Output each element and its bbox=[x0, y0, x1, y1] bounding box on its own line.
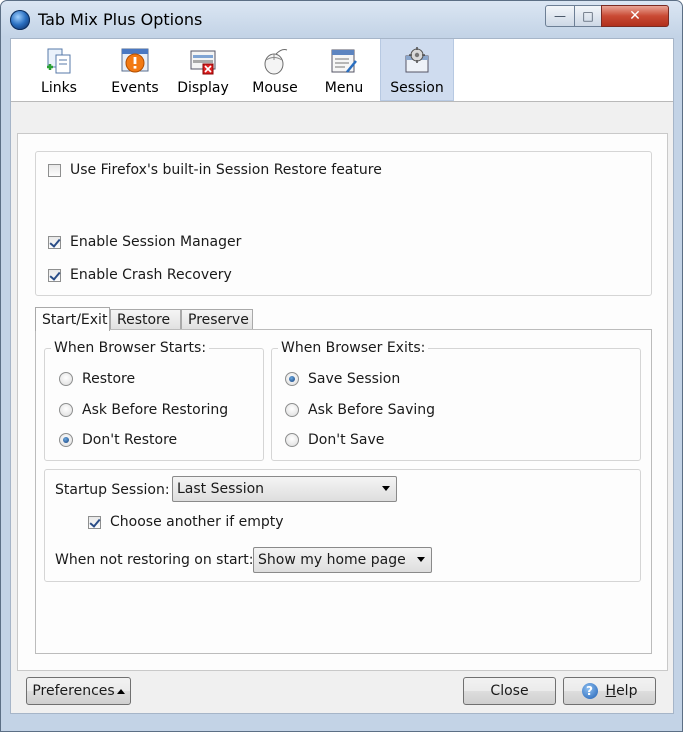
close-label: Close bbox=[490, 683, 529, 699]
enable-session-manager-checkbox[interactable] bbox=[48, 235, 61, 249]
subtab-restore[interactable]: Restore bbox=[110, 309, 181, 329]
not-restoring-label: When not restoring on start: bbox=[55, 552, 254, 568]
tab-mouse-label: Mouse bbox=[252, 80, 298, 96]
tab-mouse[interactable]: Mouse bbox=[247, 39, 303, 101]
tab-links[interactable]: Links bbox=[29, 39, 89, 101]
minimize-icon: — bbox=[554, 9, 566, 23]
exits-option-dont-save[interactable]: Don't Save bbox=[285, 432, 384, 448]
exits-option-save[interactable]: Save Session bbox=[285, 371, 400, 387]
category-toolbar: Links Events Display Mouse Menu Session bbox=[11, 39, 673, 102]
session-icon bbox=[402, 46, 432, 76]
menu-icon bbox=[329, 46, 359, 76]
display-icon bbox=[188, 46, 218, 76]
choose-another-label: Choose another if empty bbox=[110, 514, 284, 530]
links-icon bbox=[44, 46, 74, 76]
session-panel: Use Firefox's built-in Session Restore f… bbox=[17, 133, 668, 671]
dropdown-arrow-icon bbox=[417, 557, 425, 562]
choose-another-if-empty[interactable]: Choose another if empty bbox=[88, 514, 284, 530]
starts-option-restore[interactable]: Restore bbox=[59, 371, 135, 387]
use-builtin-label: Use Firefox's built-in Session Restore f… bbox=[70, 162, 382, 178]
close-icon: ✕ bbox=[629, 8, 641, 24]
start-exit-panel: When Browser Starts: Restore Ask Before … bbox=[35, 329, 652, 654]
enable-session-manager-label: Enable Session Manager bbox=[70, 234, 242, 250]
starts-restore-radio[interactable] bbox=[59, 372, 73, 386]
starts-ask-radio[interactable] bbox=[59, 403, 73, 417]
preferences-label: Preferences bbox=[32, 683, 115, 699]
maximize-icon: □ bbox=[582, 9, 594, 23]
exits-option-ask[interactable]: Ask Before Saving bbox=[285, 402, 435, 418]
exits-dont-save-label: Don't Save bbox=[308, 432, 385, 448]
tab-links-label: Links bbox=[41, 80, 77, 96]
dropdown-arrow-icon bbox=[382, 486, 390, 491]
close-window-button[interactable]: ✕ bbox=[601, 5, 669, 27]
use-builtin-session-restore[interactable]: Use Firefox's built-in Session Restore f… bbox=[48, 162, 382, 178]
exits-save-radio[interactable] bbox=[285, 372, 299, 386]
tab-session[interactable]: Session bbox=[380, 39, 454, 101]
exits-ask-label: Ask Before Saving bbox=[308, 402, 436, 418]
starts-ask-label: Ask Before Restoring bbox=[82, 402, 229, 418]
help-button[interactable]: ? Help bbox=[563, 677, 656, 705]
preferences-button[interactable]: Preferences bbox=[26, 677, 131, 705]
tab-session-label: Session bbox=[390, 80, 444, 96]
session-feature-group: Use Firefox's built-in Session Restore f… bbox=[35, 151, 652, 296]
choose-another-checkbox[interactable] bbox=[88, 515, 101, 529]
enable-crash-recovery-label: Enable Crash Recovery bbox=[70, 267, 232, 283]
startup-session-group: Startup Session: Last Session Choose ano… bbox=[44, 469, 641, 582]
browser-starts-group: When Browser Starts: Restore Ask Before … bbox=[44, 340, 264, 461]
exits-save-label: Save Session bbox=[308, 371, 401, 387]
tab-display-label: Display bbox=[177, 80, 229, 96]
caret-up-icon bbox=[116, 688, 125, 694]
browser-exits-legend: When Browser Exits: bbox=[278, 340, 429, 356]
minimize-button[interactable]: — bbox=[545, 5, 575, 27]
events-icon bbox=[120, 46, 150, 76]
subtab-preserve[interactable]: Preserve bbox=[181, 309, 253, 329]
enable-session-manager[interactable]: Enable Session Manager bbox=[48, 234, 241, 250]
help-icon: ? bbox=[581, 683, 598, 699]
tab-menu[interactable]: Menu bbox=[317, 39, 371, 101]
browser-starts-legend: When Browser Starts: bbox=[51, 340, 210, 356]
enable-crash-recovery-checkbox[interactable] bbox=[48, 268, 61, 282]
startup-session-select[interactable]: Last Session bbox=[172, 476, 397, 502]
exits-dont-save-radio[interactable] bbox=[285, 433, 299, 447]
window-title: Tab Mix Plus Options bbox=[38, 10, 203, 29]
starts-restore-label: Restore bbox=[82, 371, 136, 387]
mouse-icon bbox=[260, 46, 290, 76]
close-button[interactable]: Close bbox=[463, 677, 556, 705]
dialog-client: Links Events Display Mouse Menu Session … bbox=[10, 38, 674, 714]
maximize-button[interactable]: □ bbox=[574, 5, 602, 27]
options-window: Tab Mix Plus Options — □ ✕ Links Events bbox=[0, 0, 683, 732]
tab-menu-label: Menu bbox=[324, 80, 364, 96]
starts-dont-restore-label: Don't Restore bbox=[82, 432, 178, 448]
firefox-globe-icon bbox=[10, 10, 30, 30]
starts-option-dont-restore[interactable]: Don't Restore bbox=[59, 432, 177, 448]
title-bar[interactable]: Tab Mix Plus Options — □ ✕ bbox=[1, 1, 682, 37]
use-builtin-checkbox[interactable] bbox=[48, 163, 61, 177]
tab-display[interactable]: Display bbox=[177, 39, 229, 101]
startup-session-value: Last Session bbox=[177, 481, 265, 497]
startup-session-label: Startup Session: bbox=[55, 482, 170, 498]
not-restoring-value: Show my home page bbox=[258, 552, 406, 568]
browser-exits-group: When Browser Exits: Save Session Ask Bef… bbox=[271, 340, 641, 461]
enable-crash-recovery[interactable]: Enable Crash Recovery bbox=[48, 267, 232, 283]
starts-option-ask[interactable]: Ask Before Restoring bbox=[59, 402, 228, 418]
help-label: Help bbox=[605, 683, 638, 699]
subtab-start-exit[interactable]: Start/Exit bbox=[35, 307, 110, 331]
tab-events-label: Events bbox=[111, 80, 159, 96]
not-restoring-select[interactable]: Show my home page bbox=[253, 547, 432, 573]
exits-ask-radio[interactable] bbox=[285, 403, 299, 417]
tab-events[interactable]: Events bbox=[103, 39, 167, 101]
starts-dont-restore-radio[interactable] bbox=[59, 433, 73, 447]
